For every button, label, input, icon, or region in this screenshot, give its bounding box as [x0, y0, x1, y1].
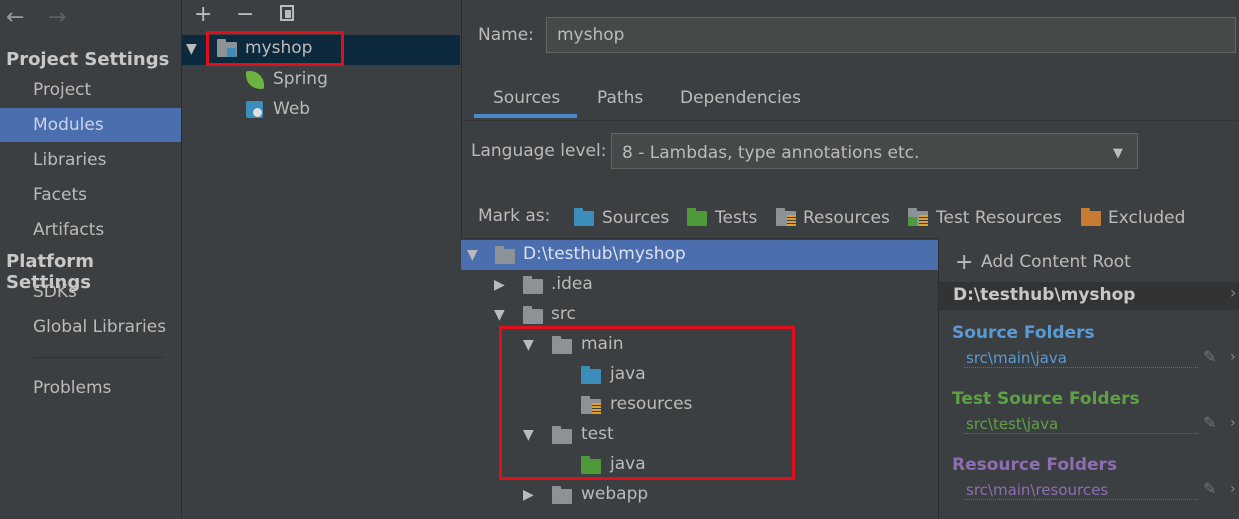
tab-dependencies[interactable]: Dependencies: [680, 86, 801, 120]
tree-node-src[interactable]: src: [551, 304, 576, 324]
resource-folders-title: Resource Folders: [952, 455, 1118, 475]
mark-resources-button[interactable]: Resources: [803, 208, 890, 228]
test-folder-icon: [581, 456, 601, 474]
tree-node-main-java[interactable]: java: [610, 364, 646, 384]
remove-icon[interactable]: −: [236, 2, 254, 27]
tree-node-main-resources[interactable]: resources: [610, 394, 692, 414]
nav-item-project[interactable]: Project: [0, 73, 181, 107]
language-level-value: 8 - Lambdas, type annotations etc.: [622, 143, 920, 163]
content-roots-panel: [939, 238, 1239, 518]
chevron-right-icon[interactable]: ›: [1230, 481, 1236, 497]
module-name-input[interactable]: [546, 17, 1236, 53]
tree-node-main[interactable]: main: [581, 334, 623, 354]
web-icon: [246, 101, 263, 118]
tree-node-test-java[interactable]: java: [610, 454, 646, 474]
edit-pencil-icon[interactable]: ✎: [1203, 479, 1216, 498]
tests-folder-icon: [687, 208, 707, 226]
expand-arrow-icon[interactable]: ▼: [494, 307, 505, 323]
source-folders-title: Source Folders: [952, 323, 1095, 343]
resource-folder-path[interactable]: src\main\resources: [966, 481, 1108, 499]
nav-item-global-libraries[interactable]: Global Libraries: [0, 310, 181, 344]
edit-pencil-icon[interactable]: ✎: [1203, 347, 1216, 366]
content-root-path: D:\testhub\myshop: [953, 285, 1136, 305]
add-icon[interactable]: +: [194, 2, 212, 27]
resource-folder-underline: [964, 499, 1198, 500]
mark-tests-button[interactable]: Tests: [715, 208, 757, 228]
facet-spring[interactable]: Spring: [273, 69, 328, 89]
folder-icon: [552, 426, 572, 444]
mark-as-label: Mark as:: [478, 206, 551, 226]
tree-node-test[interactable]: test: [581, 424, 614, 444]
edit-pencil-icon[interactable]: ✎: [1203, 413, 1216, 432]
module-folder-icon: [217, 39, 237, 57]
nav-item-sdks[interactable]: SDKs: [0, 275, 181, 309]
close-icon[interactable]: ›: [1230, 283, 1236, 302]
expand-arrow-icon[interactable]: ▼: [467, 247, 478, 263]
chevron-down-icon: ▼: [1113, 146, 1123, 161]
mark-test-resources-button[interactable]: Test Resources: [936, 208, 1062, 228]
expand-arrow-icon[interactable]: ▼: [523, 337, 534, 353]
nav-item-artifacts[interactable]: Artifacts: [0, 213, 181, 247]
folder-icon: [552, 336, 572, 354]
resources-folder-icon: [581, 396, 601, 414]
chevron-right-icon[interactable]: ›: [1230, 415, 1236, 431]
excluded-folder-icon: [1081, 208, 1101, 226]
collapse-arrow-icon[interactable]: ▶: [494, 277, 505, 293]
test-resources-folder-icon: [908, 208, 928, 226]
nav-item-facets[interactable]: Facets: [0, 178, 181, 212]
nav-divider: [33, 357, 163, 358]
tab-bar-divider: [461, 120, 1239, 121]
settings-nav: ← → Project Settings Project Modules Lib…: [0, 0, 181, 518]
test-folder-path[interactable]: src\test\java: [966, 415, 1058, 433]
source-folder-path[interactable]: src\main\java: [966, 349, 1067, 367]
nav-item-modules[interactable]: Modules: [0, 108, 181, 142]
test-folders-title: Test Source Folders: [952, 389, 1140, 409]
test-folder-underline: [964, 433, 1198, 434]
active-tab-indicator: [474, 114, 577, 118]
language-level-label: Language level:: [471, 141, 607, 161]
back-arrow-icon[interactable]: ←: [6, 5, 24, 30]
source-folder-icon: [581, 366, 601, 384]
add-content-root-button[interactable]: Add Content Root: [981, 252, 1131, 272]
name-label: Name:: [478, 25, 534, 45]
module-name-myshop[interactable]: myshop: [245, 38, 312, 58]
expand-arrow-icon[interactable]: ▼: [186, 41, 197, 57]
folder-icon: [552, 486, 572, 504]
collapse-arrow-icon[interactable]: ▶: [523, 487, 534, 503]
forward-arrow-icon[interactable]: →: [48, 5, 66, 30]
copy-icon[interactable]: [280, 5, 294, 21]
expand-arrow-icon[interactable]: ▼: [523, 427, 534, 443]
mark-excluded-button[interactable]: Excluded: [1108, 208, 1185, 228]
nav-item-libraries[interactable]: Libraries: [0, 143, 181, 177]
tree-node-root[interactable]: D:\testhub\myshop: [523, 244, 686, 264]
project-settings-heading: Project Settings: [6, 49, 170, 70]
plus-icon[interactable]: +: [955, 250, 973, 275]
tree-node-webapp[interactable]: webapp: [581, 484, 648, 504]
source-folder-underline: [964, 367, 1198, 368]
resources-folder-icon: [776, 208, 796, 226]
tab-paths[interactable]: Paths: [597, 86, 643, 120]
folder-icon: [523, 306, 543, 324]
mark-sources-button[interactable]: Sources: [602, 208, 669, 228]
chevron-right-icon[interactable]: ›: [1230, 349, 1236, 365]
tree-node-idea[interactable]: .idea: [551, 274, 593, 294]
facet-web[interactable]: Web: [273, 99, 310, 119]
nav-item-problems[interactable]: Problems: [0, 371, 181, 405]
sources-folder-icon: [574, 208, 594, 226]
folder-icon: [495, 246, 515, 264]
folder-icon: [523, 276, 543, 294]
